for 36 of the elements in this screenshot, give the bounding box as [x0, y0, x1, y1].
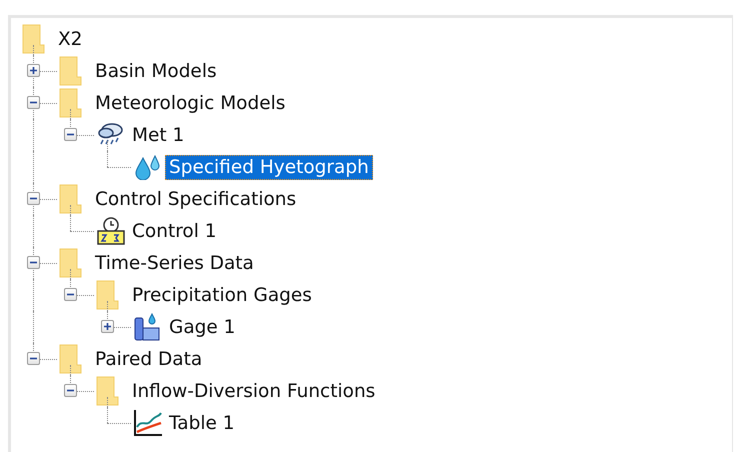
tree-item[interactable]: Precipitation Gages: [128, 282, 316, 308]
folder-icon: [59, 248, 83, 278]
tree-item[interactable]: Specified Hyetograph: [165, 154, 373, 180]
plus-icon: [29, 66, 38, 75]
tree-item[interactable]: Meteorologic Models: [91, 90, 290, 116]
folder-icon: [96, 280, 120, 310]
line-chart-icon: [133, 409, 163, 437]
tree-item[interactable]: X2: [54, 26, 86, 52]
tree-item[interactable]: Basin Models: [91, 58, 221, 84]
tree-item[interactable]: Gage 1: [165, 314, 240, 340]
folder-icon: [59, 344, 83, 374]
collapse-toggle[interactable]: [64, 128, 77, 141]
folder-icon: [22, 24, 46, 54]
folder-icon: [59, 56, 83, 86]
collapse-toggle[interactable]: [64, 384, 77, 397]
clock-calendar-icon: [96, 216, 126, 246]
tree-item[interactable]: Control 1: [128, 218, 221, 244]
folder-icon: [96, 376, 120, 406]
folder-icon: [59, 184, 83, 214]
folder-icon: [59, 88, 83, 118]
tree-item[interactable]: Time-Series Data: [91, 250, 258, 276]
collapse-toggle[interactable]: [64, 288, 77, 301]
collapse-toggle[interactable]: [27, 256, 40, 269]
water-drops-icon: [133, 154, 161, 180]
tree-item[interactable]: Table 1: [165, 410, 238, 436]
plus-icon: [103, 322, 112, 331]
tree-item[interactable]: Control Specifications: [91, 186, 300, 212]
collapse-toggle[interactable]: [27, 96, 40, 109]
tree-item[interactable]: Met 1: [128, 122, 188, 148]
tree-item[interactable]: Paired Data: [91, 346, 206, 372]
tree-item[interactable]: Inflow-Diversion Functions: [128, 378, 380, 404]
expand-toggle[interactable]: [27, 64, 40, 77]
collapse-toggle[interactable]: [27, 352, 40, 365]
rain-gage-icon: [133, 312, 161, 342]
collapse-toggle[interactable]: [27, 192, 40, 205]
expand-toggle[interactable]: [101, 320, 114, 333]
